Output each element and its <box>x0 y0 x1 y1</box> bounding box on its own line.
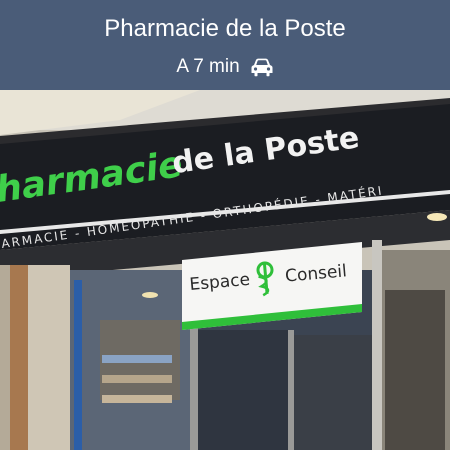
travel-time: A 7 min <box>0 55 450 79</box>
storefront-image: harmacie de la Poste ARMACIE - HOMÉOPATH… <box>0 90 450 450</box>
place-header: Pharmacie de la Poste A 7 min <box>0 0 450 90</box>
car-icon <box>251 58 273 77</box>
storefront-photo[interactable]: harmacie de la Poste ARMACIE - HOMÉOPATH… <box>0 90 450 450</box>
travel-time-label: A 7 min <box>176 56 240 77</box>
place-title: Pharmacie de la Poste <box>104 15 346 42</box>
